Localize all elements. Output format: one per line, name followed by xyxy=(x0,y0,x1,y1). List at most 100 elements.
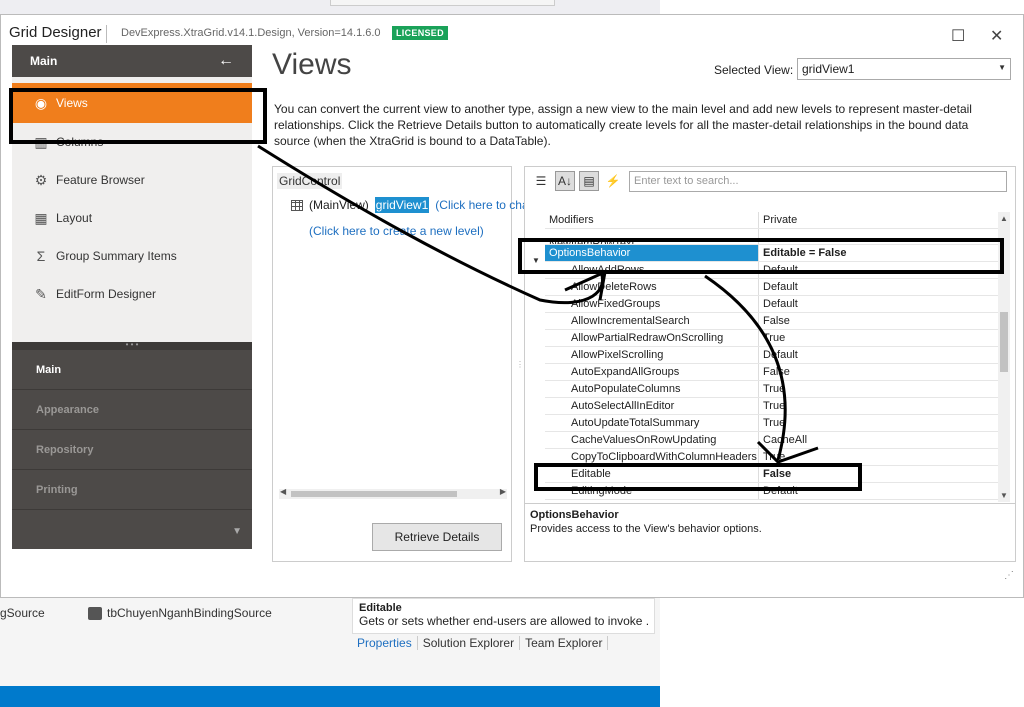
version-label: DevExpress.XtraGrid.v14.1.Design, Versio… xyxy=(121,27,381,39)
ide-tabs: Properties Solution Explorer Team Explor… xyxy=(352,636,609,650)
nav-group-printing[interactable]: Printing xyxy=(12,470,252,510)
property-toolbar: ☰ A↓ ▤ ⚡ xyxy=(531,171,623,191)
property-row[interactable]: CacheValuesOnRowUpdating CacheAll xyxy=(545,432,998,449)
description-text: Provides access to the View's behavior o… xyxy=(530,523,762,535)
property-name: AllowPartialRedrawOnScrolling xyxy=(545,330,759,346)
dialog-title: Grid Designer xyxy=(9,24,102,41)
scroll-left-icon[interactable]: ◀ xyxy=(280,487,286,496)
property-help-box: Editable Gets or sets whether end-users … xyxy=(352,598,655,634)
scroll-thumb[interactable] xyxy=(1000,312,1008,372)
tree-root-node[interactable]: GridControl xyxy=(277,173,343,189)
property-value: True xyxy=(763,332,786,344)
nav-group-repository[interactable]: Repository xyxy=(12,430,252,470)
main-view-row: (MainView) gridView1 (Click here to cha xyxy=(291,197,529,213)
property-name: AutoPopulateColumns xyxy=(545,381,759,397)
help-text: Gets or sets whether end-users are allow… xyxy=(359,614,648,628)
property-value: CacheAll xyxy=(763,434,808,446)
property-row[interactable]: Modifiers Private xyxy=(545,212,998,229)
chevron-down-icon: ▼ xyxy=(998,63,1006,72)
property-row[interactable]: AllowIncrementalSearch False xyxy=(545,313,998,330)
scroll-down-icon[interactable]: ▼ xyxy=(1000,491,1008,500)
property-row[interactable]: AutoUpdateTotalSummary True xyxy=(545,415,998,432)
maximize-icon[interactable]: ☐ xyxy=(951,26,965,46)
property-value: Default xyxy=(763,298,798,310)
nav-header-label: Main xyxy=(30,54,58,68)
categorized-icon[interactable]: ☰ xyxy=(531,171,551,191)
horizontal-scrollbar[interactable]: ◀ ▶ xyxy=(279,487,507,499)
create-level-link[interactable]: (Click here to create a new level) xyxy=(309,224,484,238)
component-binding-source[interactable]: gSource xyxy=(0,606,45,620)
property-name: AllowDeleteRows xyxy=(545,279,759,295)
nav-item-layout[interactable]: ▦ Layout xyxy=(12,199,252,237)
nav-item-label: Feature Browser xyxy=(56,173,145,187)
page-title: Views xyxy=(272,48,352,81)
nav-header: Main ← xyxy=(12,45,252,77)
property-row[interactable]: AutoSelectAllInEditor True xyxy=(545,398,998,415)
property-row[interactable]: AllowFixedGroups Default xyxy=(545,296,998,313)
property-name: AutoUpdateTotalSummary xyxy=(545,415,759,431)
resize-grip-icon[interactable]: ⋰ xyxy=(1004,570,1020,703)
main-view-label: (MainView) xyxy=(309,198,369,212)
close-icon[interactable]: ✕ xyxy=(990,26,1003,46)
gear-icon: ⚙ xyxy=(34,171,48,188)
nav-splitter[interactable]: • • • xyxy=(12,341,252,350)
nav-groups: Main Appearance Repository Printing ▼ xyxy=(12,350,252,549)
property-row[interactable]: AllowPartialRedrawOnScrolling True xyxy=(545,330,998,347)
status-bar xyxy=(0,686,660,707)
nav-item-editform-designer[interactable]: ✎ EditForm Designer xyxy=(12,275,252,313)
property-name: AllowFixedGroups xyxy=(545,296,759,312)
nav-group-main[interactable]: Main xyxy=(12,350,252,390)
quick-launch-box[interactable] xyxy=(330,0,555,6)
nav-group-appearance[interactable]: Appearance xyxy=(12,390,252,430)
scroll-up-icon[interactable]: ▲ xyxy=(1000,214,1008,223)
property-value: True xyxy=(763,417,786,429)
tab-team-explorer[interactable]: Team Explorer xyxy=(520,636,609,650)
property-value: True xyxy=(763,383,786,395)
nav-item-label: Layout xyxy=(56,211,93,225)
property-search-input[interactable]: Enter text to search... xyxy=(629,171,1007,192)
property-name: AllowIncrementalSearch xyxy=(545,313,759,329)
licensed-badge: LICENSED xyxy=(392,26,448,40)
property-row[interactable]: AutoExpandAllGroups False xyxy=(545,364,998,381)
property-name: CacheValuesOnRowUpdating xyxy=(545,432,759,448)
component-tb-binding-source[interactable]: tbChuyenNganhBindingSource xyxy=(88,606,272,620)
splitter-gripper[interactable]: ⋮ xyxy=(516,360,524,369)
help-title: Editable xyxy=(359,602,402,614)
nav-item-label: Group Summary Items xyxy=(56,249,177,263)
property-value: Private xyxy=(763,214,798,226)
nav-item-feature-browser[interactable]: ⚙ Feature Browser xyxy=(12,161,252,199)
selected-view-dropdown[interactable]: gridView1 ▼ xyxy=(797,58,1011,80)
property-row[interactable]: AllowDeleteRows Default xyxy=(545,279,998,296)
chevron-down-icon[interactable]: ▼ xyxy=(232,526,242,537)
property-name: AllowPixelScrolling xyxy=(545,347,759,363)
property-row[interactable]: AutoPopulateColumns True xyxy=(545,381,998,398)
retrieve-details-button[interactable]: Retrieve Details xyxy=(372,523,502,551)
views-description: You can convert the current view to anot… xyxy=(274,102,972,148)
property-name: Modifiers xyxy=(545,212,759,228)
description-title: OptionsBehavior xyxy=(530,509,619,521)
events-icon[interactable]: ⚡ xyxy=(603,171,623,191)
property-value: Default xyxy=(763,281,798,293)
highlight-box-editable xyxy=(534,463,862,491)
highlight-box-options-behavior xyxy=(518,238,1004,274)
property-value: False xyxy=(763,315,790,327)
database-icon xyxy=(88,606,102,620)
layout-icon: ▦ xyxy=(34,209,48,226)
property-row[interactable]: AllowPixelScrolling Default xyxy=(545,347,998,364)
scroll-right-icon[interactable]: ▶ xyxy=(500,487,506,496)
tab-properties[interactable]: Properties xyxy=(352,636,418,650)
main-view-node[interactable]: gridView1 xyxy=(374,197,430,213)
edit-form-icon: ✎ xyxy=(35,285,47,302)
selected-view-value: gridView1 xyxy=(802,62,855,76)
property-name: AutoSelectAllInEditor xyxy=(545,398,759,414)
change-view-link[interactable]: (Click here to cha xyxy=(435,198,528,212)
nav-item-group-summary[interactable]: Σ Group Summary Items xyxy=(12,237,252,275)
property-pages-icon[interactable]: ▤ xyxy=(579,171,599,191)
property-name: AutoExpandAllGroups xyxy=(545,364,759,380)
property-grid: ☰ A↓ ▤ ⚡ Enter text to search... ▼ Modif… xyxy=(524,166,1016,562)
scroll-thumb[interactable] xyxy=(291,491,457,497)
alphabetical-icon[interactable]: A↓ xyxy=(555,171,575,191)
tab-solution-explorer[interactable]: Solution Explorer xyxy=(418,636,521,650)
back-arrow-icon[interactable]: ← xyxy=(218,52,234,70)
property-description: OptionsBehavior Provides access to the V… xyxy=(525,503,1015,561)
